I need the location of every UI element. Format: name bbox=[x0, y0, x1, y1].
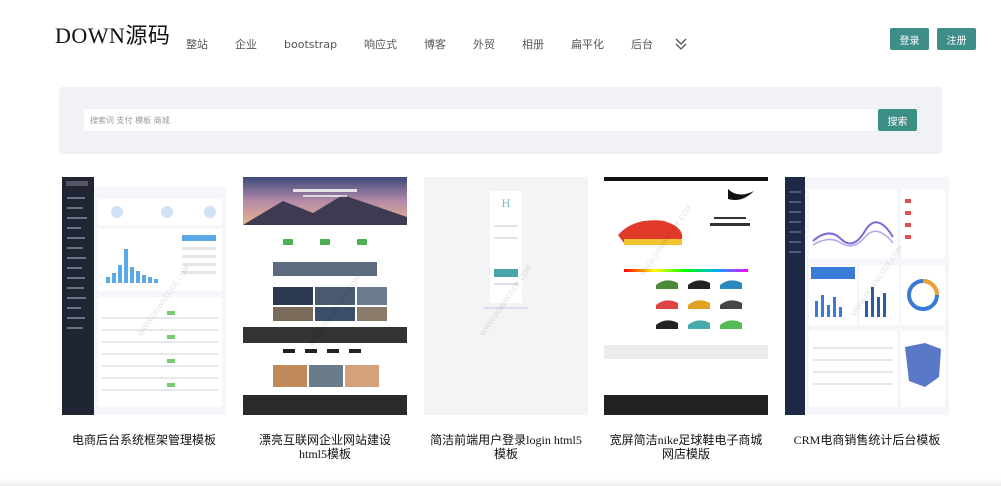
nav-item-enterprise[interactable]: 企业 bbox=[235, 36, 257, 52]
template-thumbnail[interactable]: H WWW.DOWNCODE.COM bbox=[424, 177, 588, 415]
site-logo[interactable]: DOWN源码 bbox=[55, 18, 170, 50]
svg-text:H: H bbox=[502, 199, 511, 210]
template-title[interactable]: 简洁前端用户登录login html5模板 bbox=[424, 433, 588, 461]
template-title[interactable]: 电商后台系统框架管理模板 bbox=[62, 433, 226, 447]
nav-item-blog[interactable]: 博客 bbox=[424, 36, 446, 52]
template-title[interactable]: CRM电商销售统计后台模板 bbox=[785, 433, 949, 447]
template-title[interactable]: 漂亮互联网企业网站建设html5模板 bbox=[243, 433, 407, 461]
template-thumbnail[interactable]: WWW.DOWNCODE.COM bbox=[604, 177, 768, 415]
template-card[interactable]: WWW.DOWNCODE.COM 漂亮互联网企业网站建设html5模板 bbox=[243, 177, 407, 461]
page-bottom-divider bbox=[0, 478, 1001, 486]
nav-item-flat[interactable]: 扁平化 bbox=[571, 36, 604, 52]
template-thumbnail[interactable]: WWW.DOWNCODE.COM bbox=[785, 177, 949, 415]
search-button[interactable]: 搜索 bbox=[878, 109, 917, 131]
search-input[interactable]: 搜索词 支付 模板 商城 bbox=[84, 109, 879, 131]
template-thumbnail[interactable]: WWW.DOWNCODE.COM bbox=[243, 177, 407, 415]
search-panel: 搜索词 支付 模板 商城 bbox=[59, 87, 942, 154]
template-thumbnail[interactable]: WWW.DOWNCODE.COM bbox=[62, 177, 226, 415]
login-button[interactable]: 登录 bbox=[890, 28, 929, 50]
nav-item-bootstrap[interactable]: bootstrap bbox=[284, 38, 337, 51]
main-nav: 整站 企业 bootstrap 响应式 博客 外贸 相册 扁平化 后台 bbox=[186, 36, 688, 52]
template-card[interactable]: WWW.DOWNCODE.COM CRM电商销售统计后台模板 bbox=[785, 177, 949, 447]
nav-item-responsive[interactable]: 响应式 bbox=[364, 36, 397, 52]
nav-item-album[interactable]: 相册 bbox=[522, 36, 544, 52]
nav-item-admin[interactable]: 后台 bbox=[631, 36, 653, 52]
nav-item-foreign-trade[interactable]: 外贸 bbox=[473, 36, 495, 52]
template-card[interactable]: WWW.DOWNCODE.COM 宽屏简洁nike足球鞋电子商城网店模版 bbox=[604, 177, 768, 461]
template-card[interactable]: H WWW.DOWNCODE.COM 简洁前端用户登录login html5模板 bbox=[424, 177, 588, 461]
register-button[interactable]: 注册 bbox=[937, 28, 976, 50]
template-card[interactable]: WWW.DOWNCODE.COM 电商后台系统框架管理模板 bbox=[62, 177, 226, 447]
double-chevron-down-icon[interactable] bbox=[674, 37, 688, 51]
nav-item-site[interactable]: 整站 bbox=[186, 36, 208, 52]
template-title[interactable]: 宽屏简洁nike足球鞋电子商城网店模版 bbox=[604, 433, 768, 461]
